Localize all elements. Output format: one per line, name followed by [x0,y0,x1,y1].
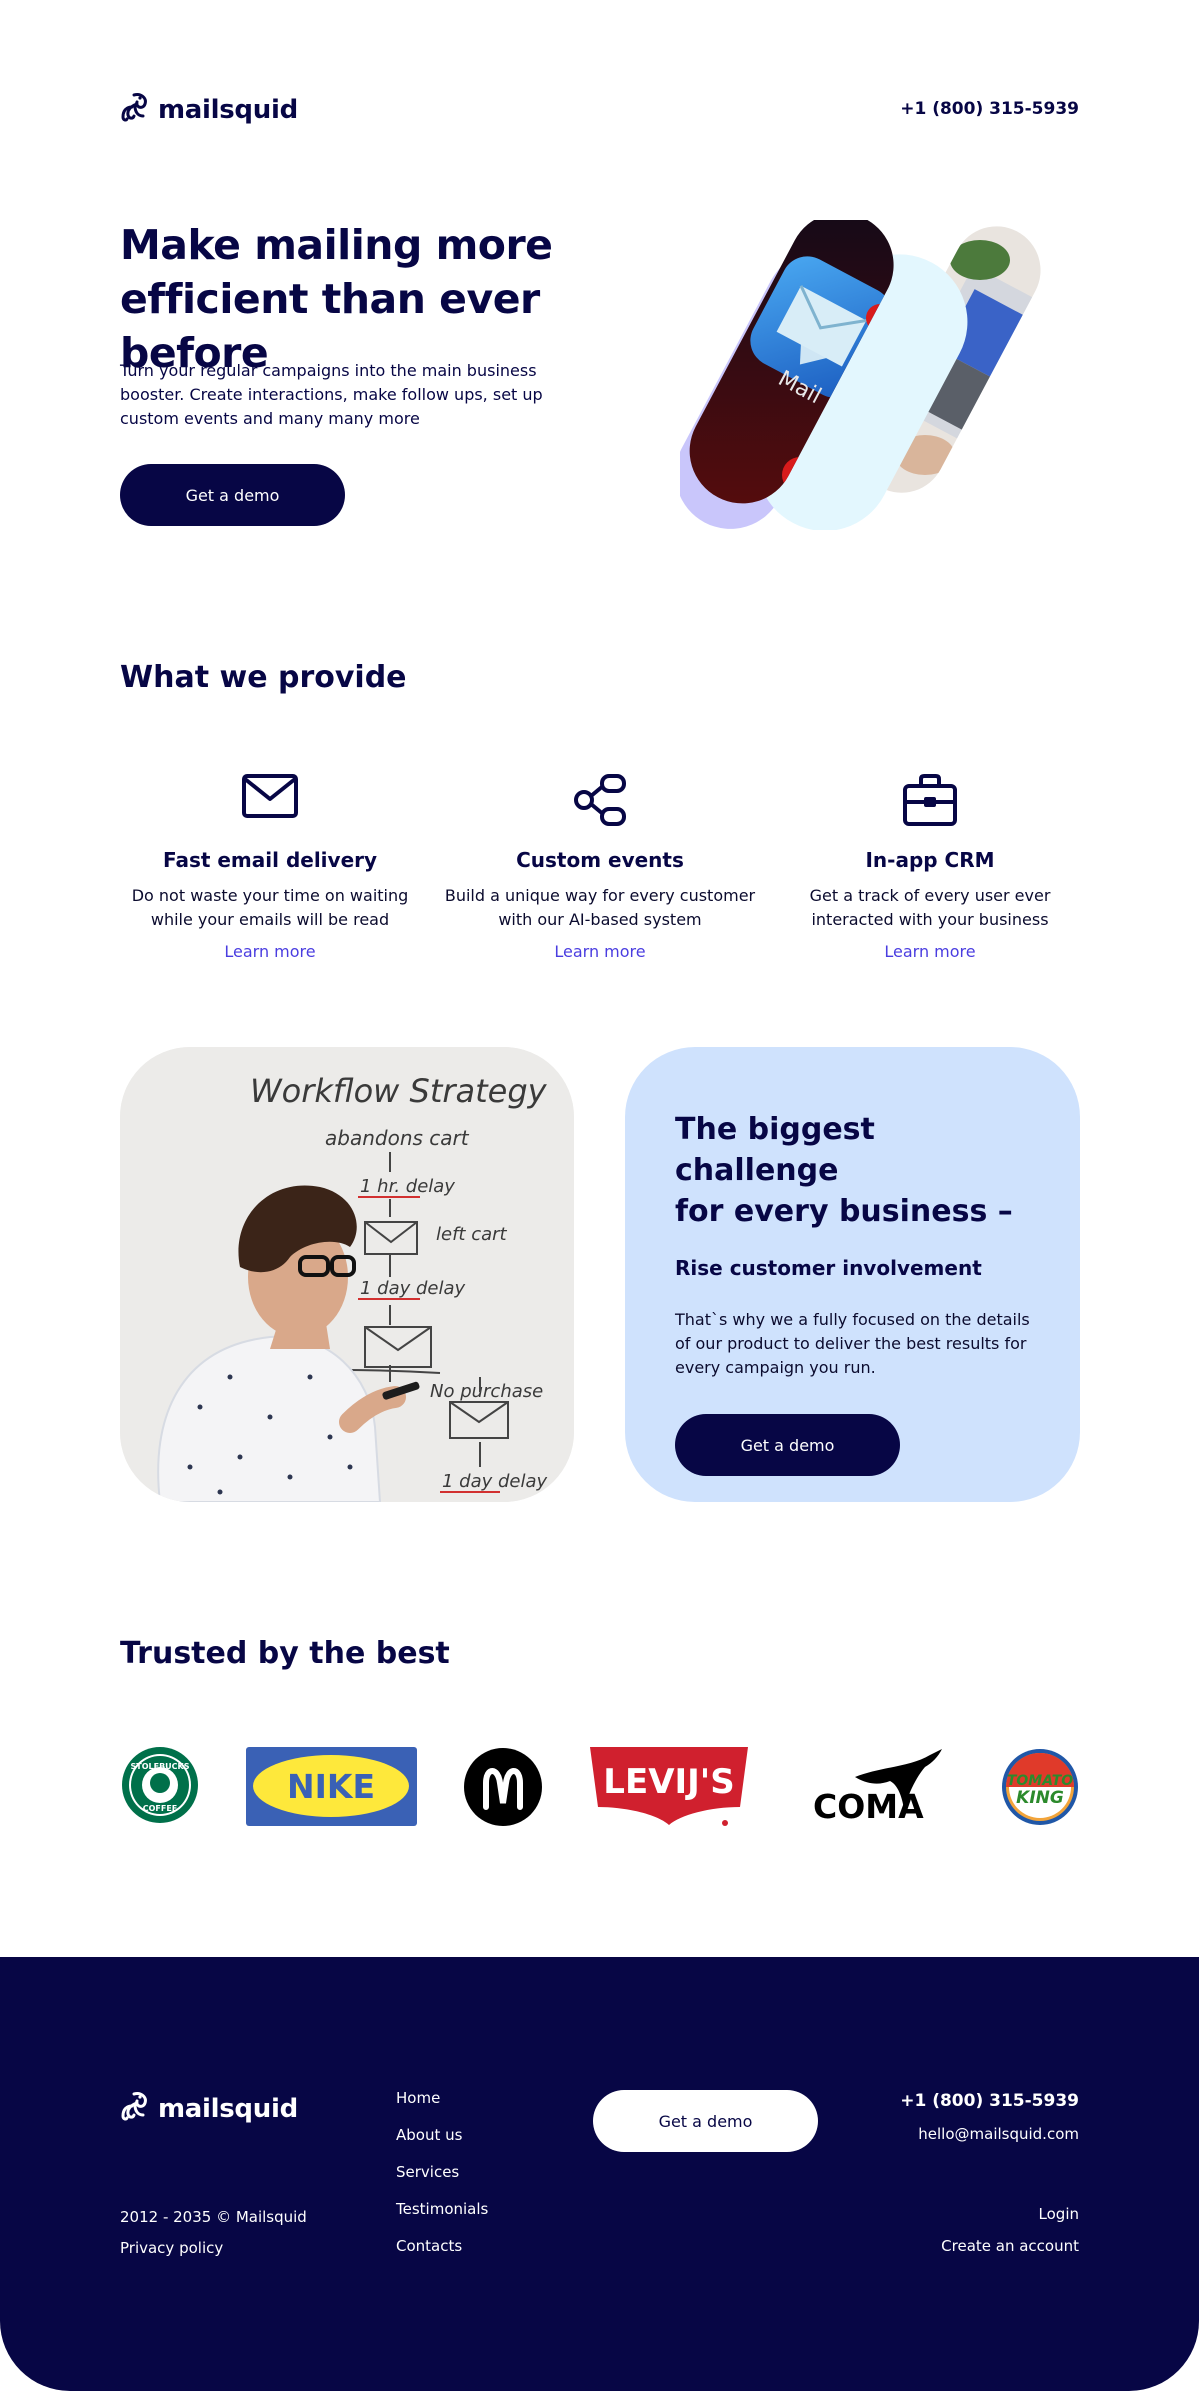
feature-title: In-app CRM [865,848,995,872]
footer-nav-contacts[interactable]: Contacts [396,2237,488,2274]
footer-nav-services[interactable]: Services [396,2163,488,2200]
tomato-king-logo-text: TOMATO [1007,1773,1073,1789]
whiteboard-line: 1 day delay [360,1278,466,1299]
challenge-card: The biggest challenge for every business… [625,1047,1080,1502]
whiteboard-line: 1 day delay [442,1471,548,1492]
levis-logo: LEVIJ'S [590,1747,748,1826]
feature-card-crm: In-app CRM Get a track of every user eve… [770,772,1090,961]
challenge-title-line1: The biggest challenge [675,1112,875,1188]
tomato-king-logo: TOMATO KING [1002,1749,1078,1825]
hero-title-line1: Make mailing more [120,221,553,269]
feature-title: Custom events [516,848,684,872]
feature-text: Do not waste your time on waiting while … [131,886,409,929]
footer: mailsquid 2012 - 2035 © Mailsquid Privac… [0,1957,1199,2391]
brand-name: mailsquid [158,95,298,125]
footer-email[interactable]: hello@mailsquid.com [918,2125,1079,2143]
footer-nav-about[interactable]: About us [396,2126,488,2163]
footer-get-demo-button[interactable]: Get a demo [593,2090,818,2152]
learn-more-link[interactable]: Learn more [224,942,315,961]
stolebucks-logo-subtext: COFFEE [143,1804,178,1813]
footer-nav-home[interactable]: Home [396,2089,488,2126]
feature-card-events: Custom events Build a unique way for eve… [440,772,760,961]
challenge-get-demo-button[interactable]: Get a demo [675,1414,900,1476]
nike-logo-text: NIKE [287,1767,375,1806]
footer-nav-testimonials[interactable]: Testimonials [396,2200,488,2237]
hero-title: Make mailing more efficient than ever be… [120,218,680,380]
envelope-icon [110,772,430,828]
footer-copyright: 2012 - 2035 © Mailsquid [120,2208,307,2226]
challenge-subtitle: Rise customer involvement [675,1256,982,1280]
whiteboard-line: No purchase [430,1381,543,1402]
footer-logo[interactable]: mailsquid [120,2091,298,2127]
header-phone[interactable]: +1 (800) 315-5939 [900,99,1079,119]
feature-text: Build a unique way for every customer wi… [444,886,756,929]
learn-more-link[interactable]: Learn more [554,942,645,961]
privacy-policy-link[interactable]: Privacy policy [120,2239,223,2257]
challenge-text: That`s why we a fully focused on the det… [675,1310,1030,1377]
footer-phone[interactable]: +1 (800) 315-5939 [900,2091,1079,2111]
footer-nav: Home About us Services Testimonials Cont… [396,2089,488,2274]
whiteboard-title: Workflow Strategy [250,1072,548,1110]
stolebucks-logo: STOLEBUCKS COFFEE [122,1747,198,1823]
workflow-strategy-photo: Workflow Strategy abandons cart 1 hr. de… [120,1047,574,1502]
squid-logo-icon [120,2091,150,2127]
whiteboard-line: abandons cart [325,1126,470,1150]
trusted-title: Trusted by the best [120,1636,450,1671]
learn-more-link[interactable]: Learn more [884,942,975,961]
coma-logo: COMA [813,1749,942,1826]
whiteboard-line: left cart [436,1224,508,1245]
stolebucks-logo-text: STOLEBUCKS [130,1762,189,1771]
hero-illustration: Mail [675,200,1100,531]
challenge-title-line2: for every business – [675,1194,1013,1229]
feature-card-email: Fast email delivery Do not waste your ti… [110,772,430,961]
mcdonalds-logo [464,1748,542,1826]
header-logo[interactable]: mailsquid [120,92,298,128]
challenge-title: The biggest challenge for every business… [675,1109,1030,1232]
feature-text: Get a track of every user ever interacte… [809,886,1051,929]
hero-description: Turn your regular campaigns into the mai… [120,361,543,428]
briefcase-icon [770,772,1090,828]
nike-logo: NIKE [246,1747,417,1826]
tomato-king-logo-subtext: KING [1016,1788,1064,1808]
share-nodes-icon [440,772,760,828]
footer-create-account-link[interactable]: Create an account [941,2237,1079,2255]
squid-logo-icon [120,92,150,128]
footer-brand-name: mailsquid [158,2094,298,2124]
footer-login-link[interactable]: Login [1039,2205,1079,2223]
whiteboard-line: 1 hr. delay [360,1176,455,1197]
levis-logo-text: LEVIJ'S [603,1762,734,1802]
feature-title: Fast email delivery [162,848,378,872]
logo-strip: STOLEBUCKS COFFEE NIKE LEVIJ'S COMA TOMA… [120,1745,1080,1827]
provide-title: What we provide [120,660,407,695]
hero-get-demo-button[interactable]: Get a demo [120,464,345,526]
